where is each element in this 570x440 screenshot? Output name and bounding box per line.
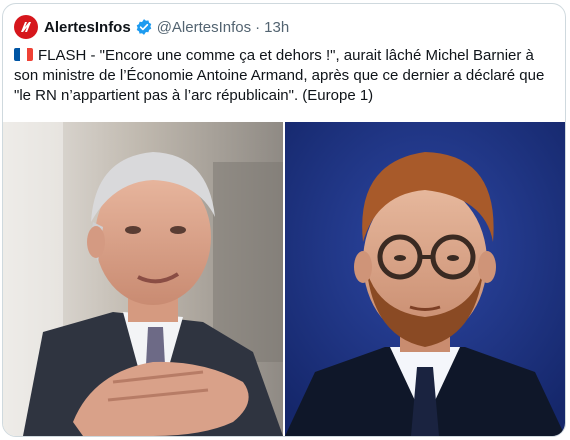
tweet-header: AlertesInfos @AlertesInfos · 13h <box>14 14 289 40</box>
tweet-text: FLASH - "Encore une comme ça et dehors !… <box>14 46 554 106</box>
avatar[interactable] <box>14 15 38 39</box>
photo-michel-barnier[interactable] <box>3 122 283 436</box>
france-flag-icon <box>14 48 33 61</box>
tweet-media <box>3 122 565 436</box>
tweet-body: FLASH - "Encore une comme ça et dehors !… <box>14 47 549 104</box>
author-handle[interactable]: @AlertesInfos <box>157 19 251 36</box>
timestamp[interactable]: 13h <box>264 19 289 36</box>
author-name[interactable]: AlertesInfos <box>44 19 131 36</box>
alertes-logo-icon <box>21 22 31 32</box>
photo-antoine-armand[interactable] <box>285 122 565 436</box>
separator-dot: · <box>255 18 261 36</box>
verified-badge-icon <box>135 18 153 36</box>
tweet-card[interactable]: AlertesInfos @AlertesInfos · 13h FLASH -… <box>2 3 566 437</box>
